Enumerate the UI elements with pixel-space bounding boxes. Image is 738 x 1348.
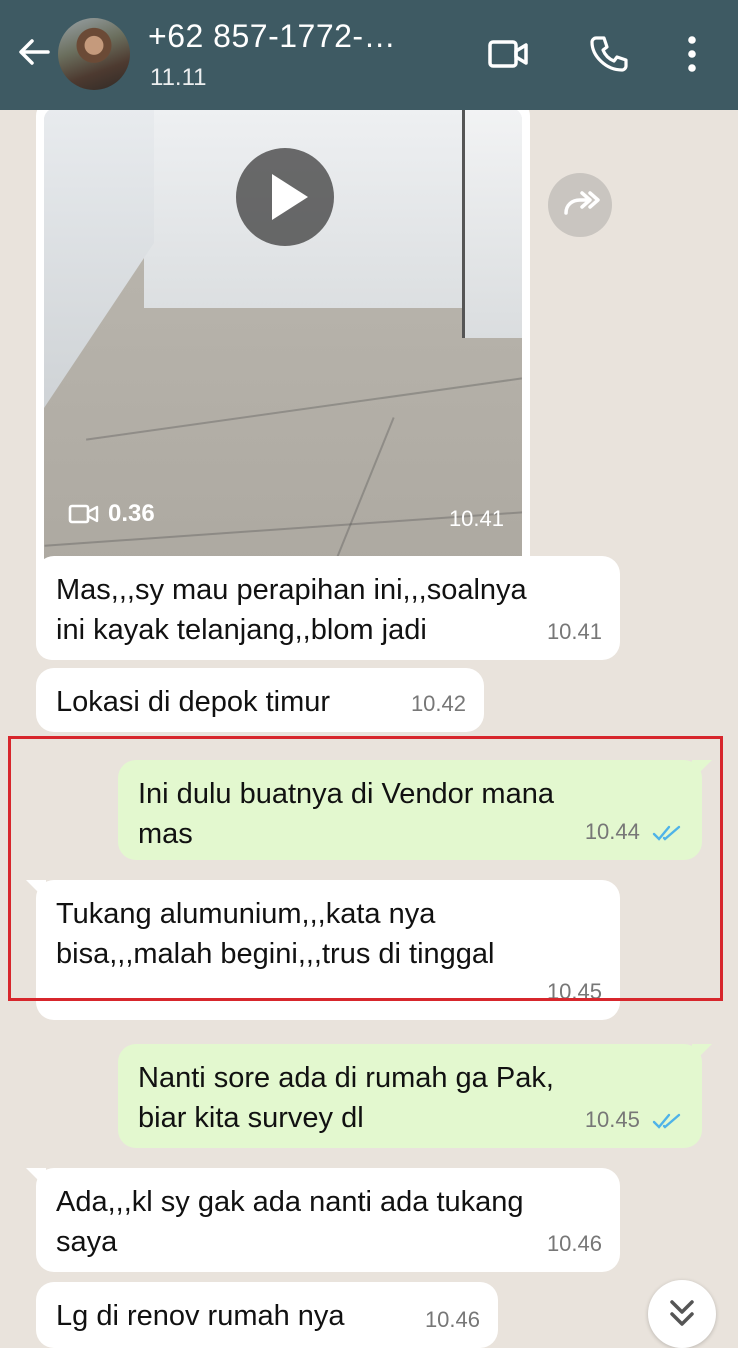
message-time: 10.44	[584, 819, 640, 844]
message-text-line: bisa,,,malah begini,,,trus di tinggal	[56, 938, 495, 970]
message-time-status: 10.45	[585, 1100, 684, 1140]
message-incoming[interactable]: Lokasi di depok timur 10.42	[36, 668, 484, 732]
scroll-to-bottom-button[interactable]	[648, 1280, 716, 1348]
message-text-line: Nanti sore ada di rumah ga Pak,	[138, 1062, 554, 1094]
last-seen-status: 11.11	[150, 64, 207, 91]
video-duration: 0.36	[68, 500, 155, 528]
message-text-line: Mas,,,sy mau perapihan ini,,,soalnya	[56, 574, 527, 606]
message-time: 10.42	[410, 691, 466, 716]
contact-name[interactable]: +62 857-1772-…	[148, 18, 448, 55]
message-text-line: Lg di renov rumah nya	[56, 1300, 345, 1332]
more-vertical-icon[interactable]	[668, 30, 716, 78]
message-text-line: Ada,,,kl sy gak ada nanti ada tukang	[56, 1186, 524, 1218]
play-button[interactable]	[236, 148, 334, 246]
phone-icon[interactable]	[584, 30, 632, 78]
message-incoming[interactable]: Ada,,,kl sy gak ada nanti ada tukang say…	[26, 1168, 620, 1272]
forward-icon	[564, 191, 600, 215]
double-check-icon	[652, 1113, 681, 1129]
play-icon	[272, 174, 308, 220]
message-time: 10.46	[546, 1231, 602, 1256]
video-camera-icon[interactable]	[484, 30, 532, 78]
message-text-line: Ini dulu buatnya di Vendor mana	[138, 778, 554, 810]
message-time: 10.45	[584, 1107, 640, 1132]
message-time: 10.46	[424, 1307, 480, 1332]
message-outgoing[interactable]: Ini dulu buatnya di Vendor mana mas 10.4…	[118, 760, 712, 860]
message-text-line: ini kayak telanjang,,blom jadi	[56, 614, 427, 646]
message-time: 10.41	[448, 506, 504, 531]
chat-area[interactable]: 0.36 10.41 Mas,,,sy mau perapihan ini,,,…	[0, 100, 738, 1348]
message-text-line: Tukang alumunium,,,kata nya	[56, 898, 436, 930]
message-outgoing[interactable]: Nanti sore ada di rumah ga Pak, biar kit…	[118, 1044, 712, 1148]
message-time: 10.45	[546, 979, 602, 1004]
video-camera-icon	[68, 504, 99, 524]
message-time-status: 10.44	[585, 812, 684, 852]
arrow-left-icon[interactable]	[16, 34, 52, 70]
video-duration-text: 0.36	[108, 500, 155, 527]
double-check-icon	[652, 825, 681, 841]
double-chevron-down-icon	[670, 1300, 694, 1326]
avatar[interactable]	[58, 18, 130, 90]
message-incoming[interactable]: Lg di renov rumah nya 10.46	[36, 1282, 498, 1348]
message-time: 10.41	[546, 619, 602, 644]
message-incoming[interactable]: Tukang alumunium,,,kata nya bisa,,,malah…	[26, 880, 620, 1020]
message-text-line: Lokasi di depok timur	[56, 686, 331, 718]
message-incoming[interactable]: Mas,,,sy mau perapihan ini,,,soalnya ini…	[36, 556, 620, 660]
message-text-line: saya	[56, 1226, 118, 1258]
chat-header: +62 857-1772-… 11.11	[0, 0, 738, 110]
forward-button[interactable]	[548, 173, 612, 237]
